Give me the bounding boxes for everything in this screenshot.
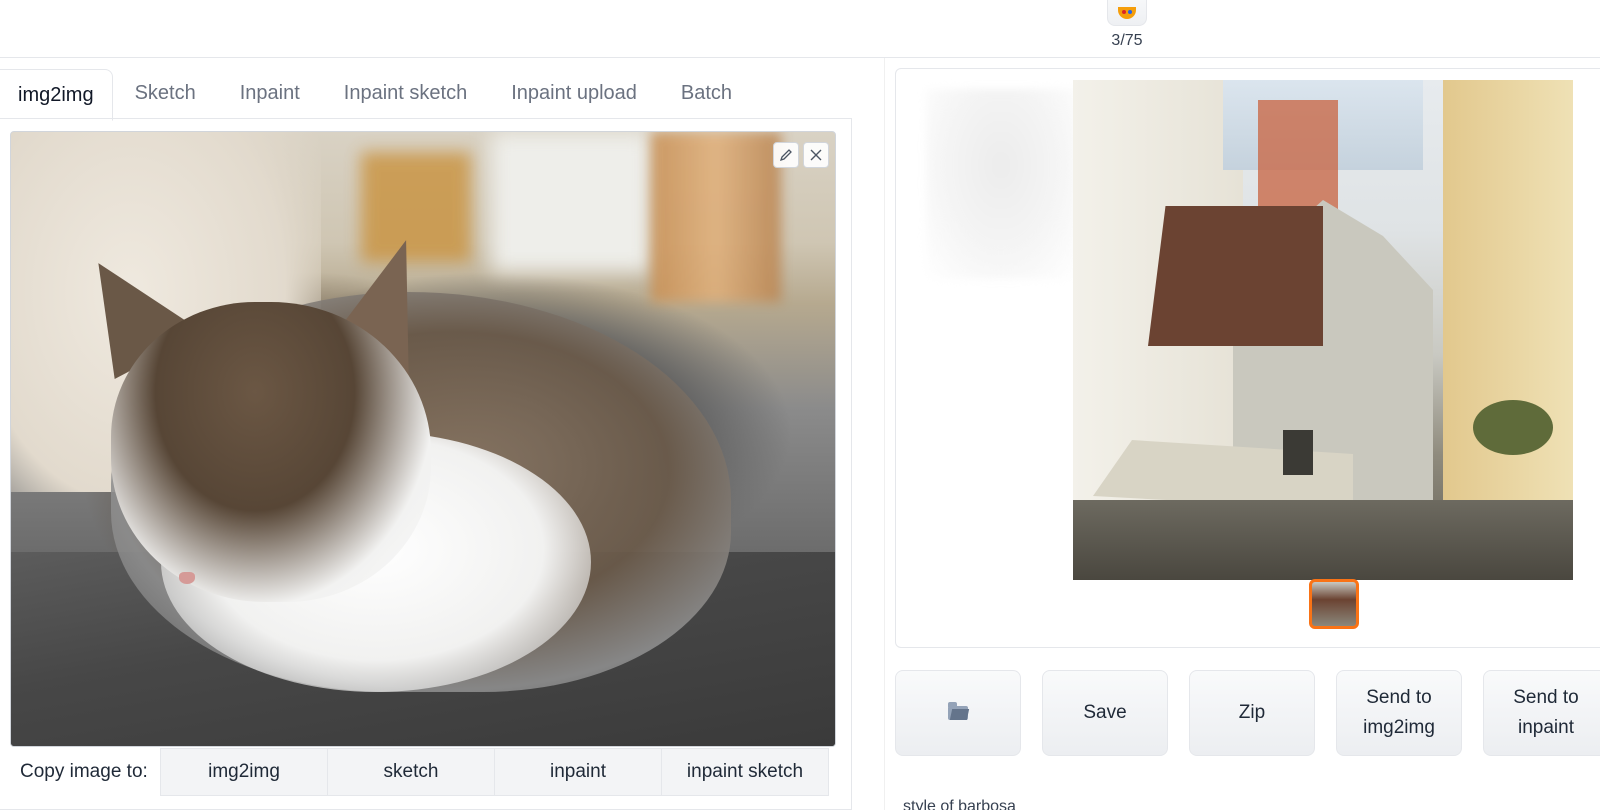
gallery-actions: Save Zip Send to img2img Send to inpaint	[895, 670, 1600, 756]
tab-content: Copy image to: img2img sketch inpaint in…	[0, 118, 852, 810]
tab-sketch[interactable]: Sketch	[113, 68, 218, 118]
output-panel: Save Zip Send to img2img Send to inpaint…	[884, 58, 1600, 810]
copy-to-img2img-button[interactable]: img2img	[160, 748, 328, 796]
tab-inpaint[interactable]: Inpaint	[218, 68, 322, 118]
gallery-thumbnail[interactable]	[1309, 579, 1359, 629]
copy-to-sketch-button[interactable]: sketch	[327, 748, 495, 796]
image-counter: 3/75	[1111, 32, 1143, 49]
cat-head	[111, 302, 431, 602]
pencil-icon[interactable]	[773, 142, 799, 168]
tab-batch[interactable]: Batch	[659, 68, 754, 118]
palette-icon	[1118, 7, 1136, 19]
copy-to-inpaint-sketch-button[interactable]: inpaint sketch	[661, 748, 829, 796]
close-icon[interactable]	[803, 142, 829, 168]
zip-button[interactable]: Zip	[1189, 670, 1315, 756]
copy-image-row: Copy image to: img2img sketch inpaint in…	[10, 745, 842, 799]
folder-icon	[948, 702, 968, 720]
palette-button[interactable]	[1107, 0, 1147, 26]
tab-inpaint-sketch[interactable]: Inpaint sketch	[322, 68, 489, 118]
send-to-inpaint-button[interactable]: Send to inpaint	[1483, 670, 1600, 756]
send-to-img2img-button[interactable]: Send to img2img	[1336, 670, 1462, 756]
save-button[interactable]: Save	[1042, 670, 1168, 756]
img2img-panel: img2img Sketch Inpaint Inpaint sketch In…	[0, 58, 862, 810]
output-image[interactable]	[1073, 80, 1573, 580]
generation-caption: style of barbosa	[903, 798, 1016, 810]
tab-img2img[interactable]: img2img	[0, 69, 113, 121]
previous-image-preview	[926, 89, 1076, 279]
output-gallery	[895, 68, 1600, 648]
top-bar: 3/75	[0, 0, 1600, 58]
open-folder-button[interactable]	[895, 670, 1021, 756]
tab-inpaint-upload[interactable]: Inpaint upload	[489, 68, 659, 118]
copy-image-label: Copy image to:	[20, 761, 148, 782]
input-image[interactable]	[10, 131, 836, 747]
copy-to-inpaint-button[interactable]: inpaint	[494, 748, 662, 796]
